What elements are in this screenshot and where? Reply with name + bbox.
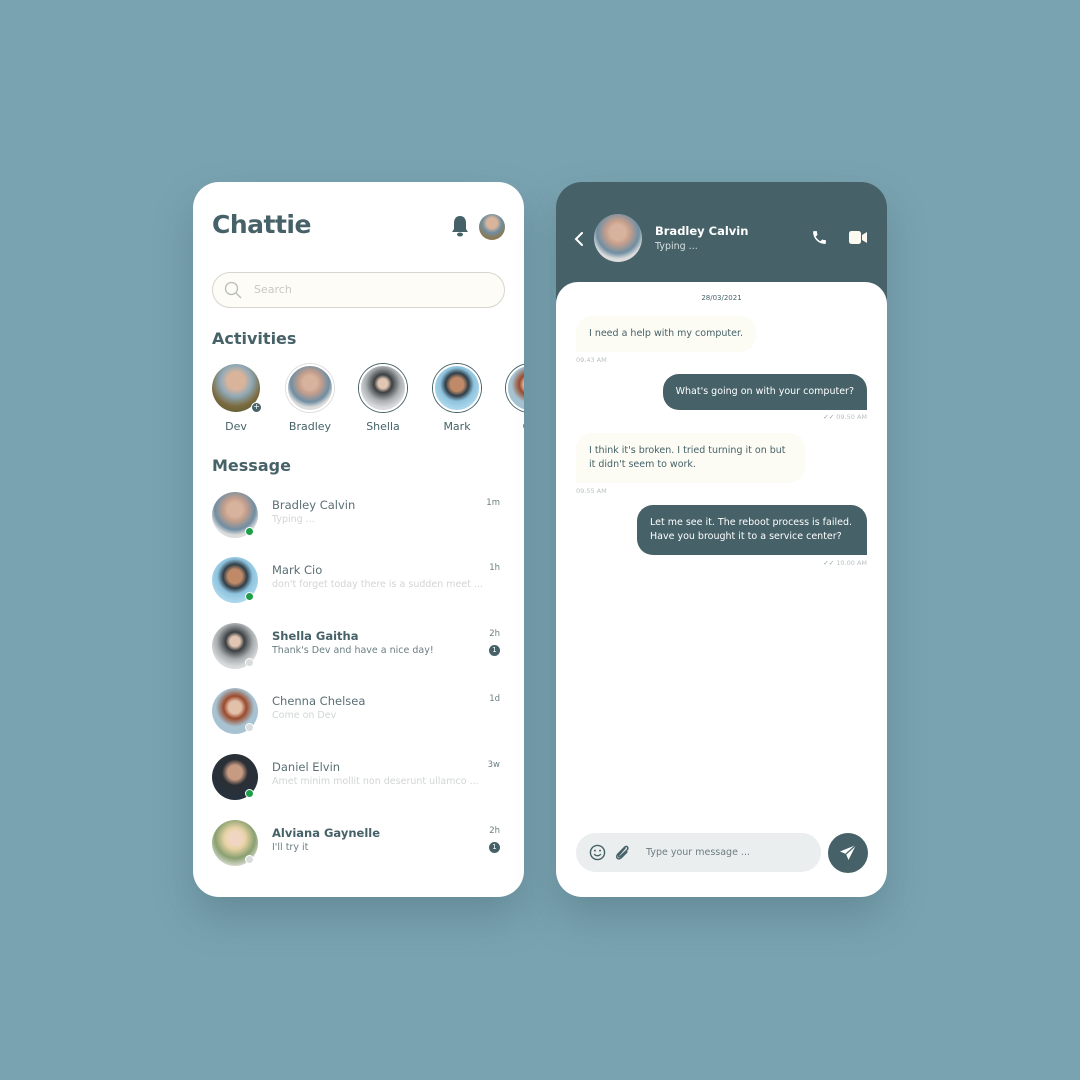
contact-name: Chenna Chelsea [272,694,366,708]
message-time: 2h [489,826,500,836]
offline-status-icon [245,658,254,667]
contact-name: Alviana Gaynelle [272,826,381,840]
typing-status: Typing ... [655,241,698,252]
message-time: 1d [489,694,500,704]
activity-label: Shella [366,420,400,433]
message-heading: Message [212,456,291,475]
search-icon [224,281,242,299]
received-message: I think it's broken. I tried turning it … [576,433,805,483]
contact-name: Daniel Elvin [272,760,341,774]
read-check-icon: ✓✓ [823,559,837,567]
send-button[interactable] [828,833,868,873]
profile-avatar[interactable] [479,214,505,240]
conversation-item[interactable]: Chenna Chelsea Come on Dev 1d [193,688,524,748]
message-time: 2h [489,629,500,639]
emoji-icon[interactable] [589,844,606,861]
contact-name: Bradley Calvin [655,224,749,238]
conversation-item[interactable]: Alviana Gaynelle I'll try it 2h 1 [193,820,524,880]
activity-label: Mark [443,420,471,433]
contact-name: Mark Cio [272,563,323,577]
conversation-item[interactable]: Bradley Calvin Typing ... 1m [193,492,524,552]
search-input[interactable]: Search [212,272,505,308]
message-preview: Amet minim mollit non deserunt ullamco .… [272,776,479,787]
unread-badge: 1 [489,645,500,656]
message-input[interactable]: Type your message ... [576,833,821,872]
message-preview: Come on Dev [272,710,337,721]
message-placeholder: Type your message ... [646,847,750,858]
message-time: 09.43 AM [576,356,607,364]
activity-label: Dev [225,420,247,433]
message-time: 09.55 AM [576,487,607,495]
attachment-icon[interactable] [614,844,630,861]
avatar [506,364,524,412]
chat-body: 28/03/2021 I need a help with my compute… [556,282,887,897]
offline-status-icon [245,855,254,864]
contact-name: Bradley Calvin [272,498,356,512]
message-preview: don't forget today there is a sudden mee… [272,579,482,590]
add-story-icon[interactable]: + [251,402,262,413]
online-status-icon [245,789,254,798]
search-placeholder: Search [254,283,292,296]
video-call-icon[interactable] [849,231,867,244]
chat-list-screen: Chattie Search Activities + Dev Bradley … [193,182,524,897]
message-time: 1m [486,498,500,508]
message-time: ✓✓ 10.00 AM [823,559,867,567]
time-text: 10.00 AM [836,559,867,567]
sent-message: Let me see it. The reboot process is fai… [637,505,867,555]
chat-date: 28/03/2021 [701,294,742,302]
received-message: I need a help with my computer. [576,316,757,352]
message-time: 1h [489,563,500,573]
activity-label: Bradley [288,420,332,433]
read-check-icon: ✓✓ [823,413,837,421]
contact-avatar[interactable] [594,214,642,262]
send-icon [840,844,857,860]
sent-message: What's going on with your computer? [662,374,867,410]
activities-heading: Activities [212,329,297,348]
back-arrow-icon[interactable] [574,232,584,246]
unread-badge: 1 [489,842,500,853]
avatar [286,364,334,412]
message-time: ✓✓ 09.50 AM [823,413,867,421]
message-preview: Thank's Dev and have a nice day! [272,645,434,656]
message-time: 3w [487,760,500,770]
conversation-item[interactable]: Shella Gaitha Thank's Dev and have a nic… [193,623,524,683]
avatar [433,364,481,412]
message-preview: I'll try it [272,842,309,853]
chat-screen: Bradley Calvin Typing ... 28/03/2021 I n… [556,182,887,897]
phone-icon[interactable] [811,229,828,246]
conversation-item[interactable]: Mark Cio don't forget today there is a s… [193,557,524,617]
contact-name: Shella Gaitha [272,629,359,643]
offline-status-icon [245,723,254,732]
online-status-icon [245,592,254,601]
time-text: 09.50 AM [836,413,867,421]
conversation-item[interactable]: Daniel Elvin Amet minim mollit non deser… [193,754,524,814]
online-status-icon [245,527,254,536]
activity-label: Ch [500,420,524,433]
bell-icon[interactable] [451,215,469,237]
app-title: Chattie [212,210,311,239]
avatar [359,364,407,412]
message-preview: Typing ... [272,514,315,525]
